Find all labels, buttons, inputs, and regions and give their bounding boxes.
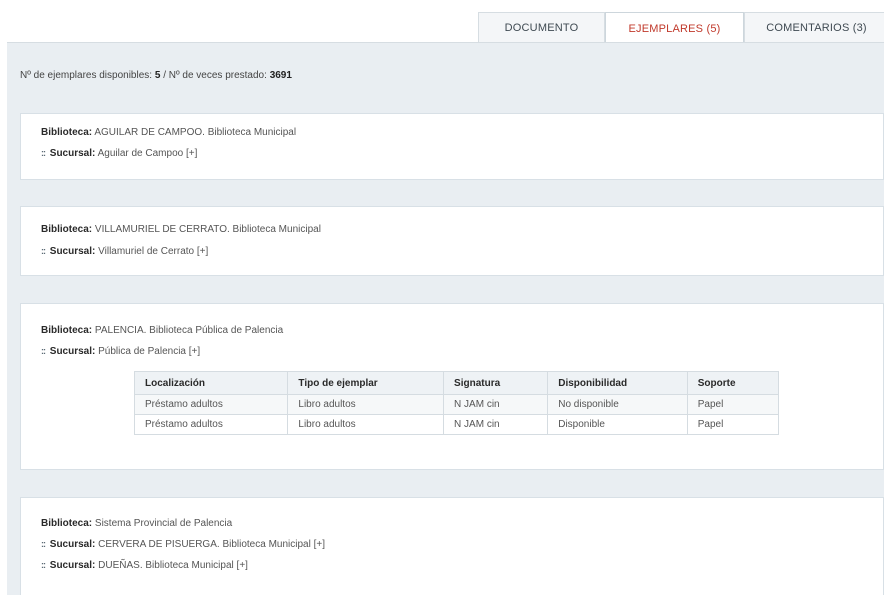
library-label: Biblioteca: (41, 325, 93, 336)
library-name: PALENCIA. Biblioteca Pública de Palencia (94, 325, 284, 336)
branch-link[interactable]: Villamuriel de Cerrato [+] (98, 246, 208, 257)
expand-toggle[interactable]: [+] (314, 539, 325, 550)
library-line: Biblioteca: VILLAMURIEL DE CERRATO. Bibl… (41, 224, 321, 235)
table-header-row: Localización Tipo de ejemplar Signatura … (133, 371, 780, 395)
library-name: Sistema Provincial de Palencia (94, 518, 233, 529)
cell-signatura: N JAM cin (443, 414, 549, 435)
col-disponibilidad: Disponibilidad (547, 371, 688, 395)
available-count: 5 (154, 70, 161, 81)
grip-icon: :: (41, 539, 46, 549)
branch-line: :: Sucursal: CERVERA DE PISUERGA. Biblio… (41, 539, 325, 550)
branch-label: Sucursal: (49, 246, 96, 257)
library-label: Biblioteca: (41, 224, 93, 235)
cell-disponibilidad: Disponible (547, 414, 688, 435)
available-label: Nº de ejemplares disponibles: (20, 70, 153, 81)
library-card: Biblioteca: VILLAMURIEL DE CERRATO. Bibl… (20, 206, 884, 276)
summary-separator: / (163, 70, 166, 81)
col-tipo: Tipo de ejemplar (287, 371, 445, 395)
branch-name: Aguilar de Campoo (97, 148, 184, 159)
copies-summary: Nº de ejemplares disponibles: 5 / Nº de … (20, 70, 292, 81)
table-row: Préstamo adultos Libro adultos N JAM cin… (133, 394, 780, 415)
tab-documento[interactable]: DOCUMENTO (478, 12, 605, 42)
branch-line: :: Sucursal: Aguilar de Campoo [+] (41, 148, 197, 159)
library-card: Biblioteca: Sistema Provincial de Palenc… (20, 497, 884, 595)
grip-icon: :: (41, 560, 46, 570)
expand-toggle[interactable]: [+] (189, 346, 200, 357)
cell-tipo: Libro adultos (287, 414, 445, 435)
tab-ejemplares[interactable]: EJEMPLARES (5) (605, 12, 744, 44)
tab-bar: DOCUMENTO EJEMPLARES (5) COMENTARIOS (3) (478, 12, 884, 44)
library-line: Biblioteca: PALENCIA. Biblioteca Pública… (41, 325, 283, 336)
library-card: Biblioteca: AGUILAR DE CAMPOO. Bibliotec… (20, 113, 884, 180)
library-line: Biblioteca: Sistema Provincial de Palenc… (41, 518, 232, 529)
cell-signatura: N JAM cin (443, 394, 549, 415)
library-name: AGUILAR DE CAMPOO. Biblioteca Municipal (94, 127, 297, 138)
branch-line: :: Sucursal: DUEÑAS. Biblioteca Municipa… (41, 560, 248, 571)
expand-toggle[interactable]: [+] (237, 560, 248, 571)
cell-tipo: Libro adultos (287, 394, 445, 415)
cell-localizacion: Préstamo adultos (133, 394, 289, 415)
branch-name: DUEÑAS. Biblioteca Municipal (98, 560, 234, 571)
grip-icon: :: (41, 148, 46, 158)
cell-soporte: Papel (686, 414, 780, 435)
grip-icon: :: (41, 246, 46, 256)
branch-label: Sucursal: (49, 346, 96, 357)
library-label: Biblioteca: (41, 127, 93, 138)
cell-disponibilidad: No disponible (547, 394, 688, 415)
expand-toggle[interactable]: [+] (186, 148, 197, 159)
branch-name: CERVERA DE PISUERGA. Biblioteca Municipa… (98, 539, 311, 550)
library-card: Biblioteca: PALENCIA. Biblioteca Pública… (20, 303, 884, 470)
branch-name: Pública de Palencia (98, 346, 186, 357)
col-soporte: Soporte (686, 371, 780, 395)
expand-toggle[interactable]: [+] (197, 246, 208, 257)
grip-icon: :: (41, 346, 46, 356)
library-label: Biblioteca: (41, 518, 93, 529)
loaned-count: 3691 (269, 70, 292, 81)
library-line: Biblioteca: AGUILAR DE CAMPOO. Bibliotec… (41, 127, 296, 138)
library-name: VILLAMURIEL DE CERRATO. Biblioteca Munic… (94, 224, 321, 235)
branch-link[interactable]: Aguilar de Campoo [+] (98, 148, 198, 159)
branch-name: Villamuriel de Cerrato (98, 246, 195, 257)
table-row: Préstamo adultos Libro adultos N JAM cin… (133, 414, 780, 435)
branch-label: Sucursal: (49, 148, 96, 159)
col-signatura: Signatura (443, 371, 549, 395)
cell-soporte: Papel (686, 394, 780, 415)
col-localizacion: Localización (133, 371, 289, 395)
branch-link[interactable]: Pública de Palencia [+] (98, 346, 200, 357)
branch-label: Sucursal: (49, 539, 96, 550)
branch-link[interactable]: DUEÑAS. Biblioteca Municipal [+] (98, 560, 248, 571)
branch-label: Sucursal: (49, 560, 96, 571)
branch-link[interactable]: CERVERA DE PISUERGA. Biblioteca Municipa… (98, 539, 325, 550)
branch-line: :: Sucursal: Villamuriel de Cerrato [+] (41, 246, 208, 257)
copies-table: Localización Tipo de ejemplar Signatura … (133, 371, 780, 435)
branch-line: :: Sucursal: Pública de Palencia [+] (41, 346, 200, 357)
tab-comentarios[interactable]: COMENTARIOS (3) (744, 12, 884, 42)
cell-localizacion: Préstamo adultos (133, 414, 289, 435)
loaned-label: Nº de veces prestado: (168, 70, 267, 81)
